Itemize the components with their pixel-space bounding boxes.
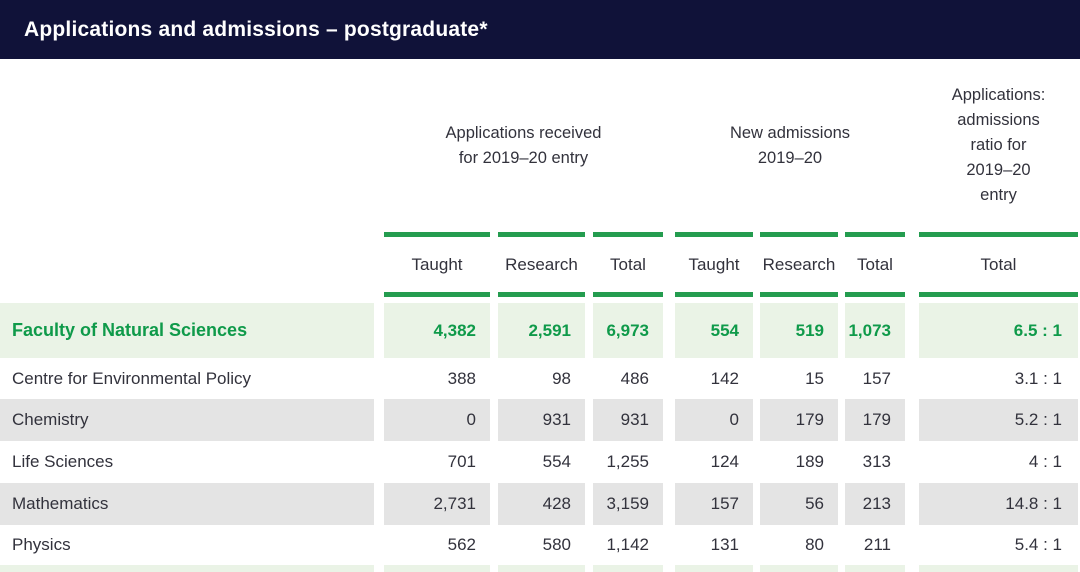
underline-gap bbox=[0, 232, 374, 237]
cell-value: 313 bbox=[845, 441, 905, 483]
cell-value: 580 bbox=[498, 525, 585, 565]
underline-segment bbox=[845, 292, 905, 297]
underline-gap bbox=[0, 292, 374, 297]
cell-value: 931 bbox=[498, 399, 585, 441]
cell-value: 124 bbox=[675, 441, 753, 483]
page-title: Applications and admissions – postgradua… bbox=[24, 18, 488, 42]
column-header-row: Taught Research Total Taught Research To… bbox=[0, 237, 1080, 292]
underline-segment bbox=[919, 232, 1078, 237]
row-label: Centre for Environmental Policy bbox=[0, 358, 374, 399]
underline-segment bbox=[919, 292, 1078, 297]
cell-value bbox=[919, 565, 1078, 572]
underline-segment bbox=[498, 292, 585, 297]
column-header-research-apps: Research bbox=[498, 255, 585, 275]
cell-value: 4,382 bbox=[384, 303, 490, 358]
table-row-partial-bottom bbox=[0, 565, 1080, 572]
underline-segment bbox=[593, 232, 663, 237]
table-row-faculty-of-natural-sciences: Faculty of Natural Sciences 4,382 2,591 … bbox=[0, 303, 1080, 358]
table-row-life-sciences: Life Sciences 701 554 1,255 124 189 313 … bbox=[0, 441, 1080, 483]
cell-value: 931 bbox=[593, 399, 663, 441]
underline-segment bbox=[675, 232, 753, 237]
cell-value: 142 bbox=[675, 358, 753, 399]
cell-value bbox=[760, 565, 838, 572]
cell-value bbox=[498, 565, 585, 572]
cell-value: 0 bbox=[675, 399, 753, 441]
cell-value: 3.1 : 1 bbox=[919, 358, 1078, 399]
applications-admissions-table: Applications received for 2019–20 entry … bbox=[0, 59, 1080, 572]
cell-value: 428 bbox=[498, 483, 585, 525]
cell-value: 15 bbox=[760, 358, 838, 399]
underline-segment bbox=[384, 232, 490, 237]
cell-value: 2,591 bbox=[498, 303, 585, 358]
cell-value: 189 bbox=[760, 441, 838, 483]
column-header-total-apps: Total bbox=[593, 255, 663, 275]
cell-value bbox=[593, 565, 663, 572]
row-label: Life Sciences bbox=[0, 441, 374, 483]
row-label: Physics bbox=[0, 525, 374, 565]
cell-value: 14.8 : 1 bbox=[919, 483, 1078, 525]
cell-value: 554 bbox=[498, 441, 585, 483]
column-header-research-adm: Research bbox=[760, 255, 838, 275]
column-header-taught-apps: Taught bbox=[384, 255, 490, 275]
table-row-physics: Physics 562 580 1,142 131 80 211 5.4 : 1 bbox=[0, 525, 1080, 565]
cell-value: 157 bbox=[675, 483, 753, 525]
row-label: Mathematics bbox=[0, 483, 374, 525]
cell-value: 3,159 bbox=[593, 483, 663, 525]
cell-value: 388 bbox=[384, 358, 490, 399]
underline-segment bbox=[593, 292, 663, 297]
underline-segment bbox=[498, 232, 585, 237]
row-label: Chemistry bbox=[0, 399, 374, 441]
cell-value: 554 bbox=[675, 303, 753, 358]
table-row-chemistry: Chemistry 0 931 931 0 179 179 5.2 : 1 bbox=[0, 399, 1080, 441]
cell-value bbox=[675, 565, 753, 572]
cell-value: 5.2 : 1 bbox=[919, 399, 1078, 441]
cell-value: 213 bbox=[845, 483, 905, 525]
cell-value bbox=[384, 565, 490, 572]
cell-value: 211 bbox=[845, 525, 905, 565]
table-row-centre-for-environmental-policy: Centre for Environmental Policy 388 98 4… bbox=[0, 358, 1080, 399]
column-header-total-ratio: Total bbox=[919, 255, 1078, 275]
underline-segment bbox=[845, 232, 905, 237]
row-label bbox=[0, 565, 374, 572]
group-header-new-admissions: New admissions 2019–20 bbox=[675, 121, 905, 171]
cell-value: 5.4 : 1 bbox=[919, 525, 1078, 565]
cell-value: 6,973 bbox=[593, 303, 663, 358]
cell-value: 701 bbox=[384, 441, 490, 483]
column-header-taught-adm: Taught bbox=[675, 255, 753, 275]
cell-value: 486 bbox=[593, 358, 663, 399]
cell-value bbox=[845, 565, 905, 572]
cell-value: 4 : 1 bbox=[919, 441, 1078, 483]
cell-value: 157 bbox=[845, 358, 905, 399]
table-row-mathematics: Mathematics 2,731 428 3,159 157 56 213 1… bbox=[0, 483, 1080, 525]
cell-value: 0 bbox=[384, 399, 490, 441]
cell-value: 1,255 bbox=[593, 441, 663, 483]
column-header-total-adm: Total bbox=[845, 255, 905, 275]
cell-value: 2,731 bbox=[384, 483, 490, 525]
cell-value: 80 bbox=[760, 525, 838, 565]
underline-segment bbox=[760, 232, 838, 237]
cell-value: 131 bbox=[675, 525, 753, 565]
cell-value: 6.5 : 1 bbox=[919, 303, 1078, 358]
group-header-applications-received: Applications received for 2019–20 entry bbox=[384, 121, 663, 171]
underline-segment bbox=[384, 292, 490, 297]
group-header-row: Applications received for 2019–20 entry … bbox=[0, 59, 1080, 232]
cell-value: 98 bbox=[498, 358, 585, 399]
cell-value: 179 bbox=[845, 399, 905, 441]
cell-value: 562 bbox=[384, 525, 490, 565]
underline-segment bbox=[760, 292, 838, 297]
cell-value: 179 bbox=[760, 399, 838, 441]
underline-segment bbox=[675, 292, 753, 297]
cell-value: 56 bbox=[760, 483, 838, 525]
title-bar: Applications and admissions – postgradua… bbox=[0, 0, 1080, 59]
group-header-ratio: Applications: admissions ratio for 2019–… bbox=[919, 83, 1078, 208]
row-label: Faculty of Natural Sciences bbox=[0, 303, 374, 358]
cell-value: 1,142 bbox=[593, 525, 663, 565]
cell-value: 519 bbox=[760, 303, 838, 358]
cell-value: 1,073 bbox=[845, 303, 905, 358]
